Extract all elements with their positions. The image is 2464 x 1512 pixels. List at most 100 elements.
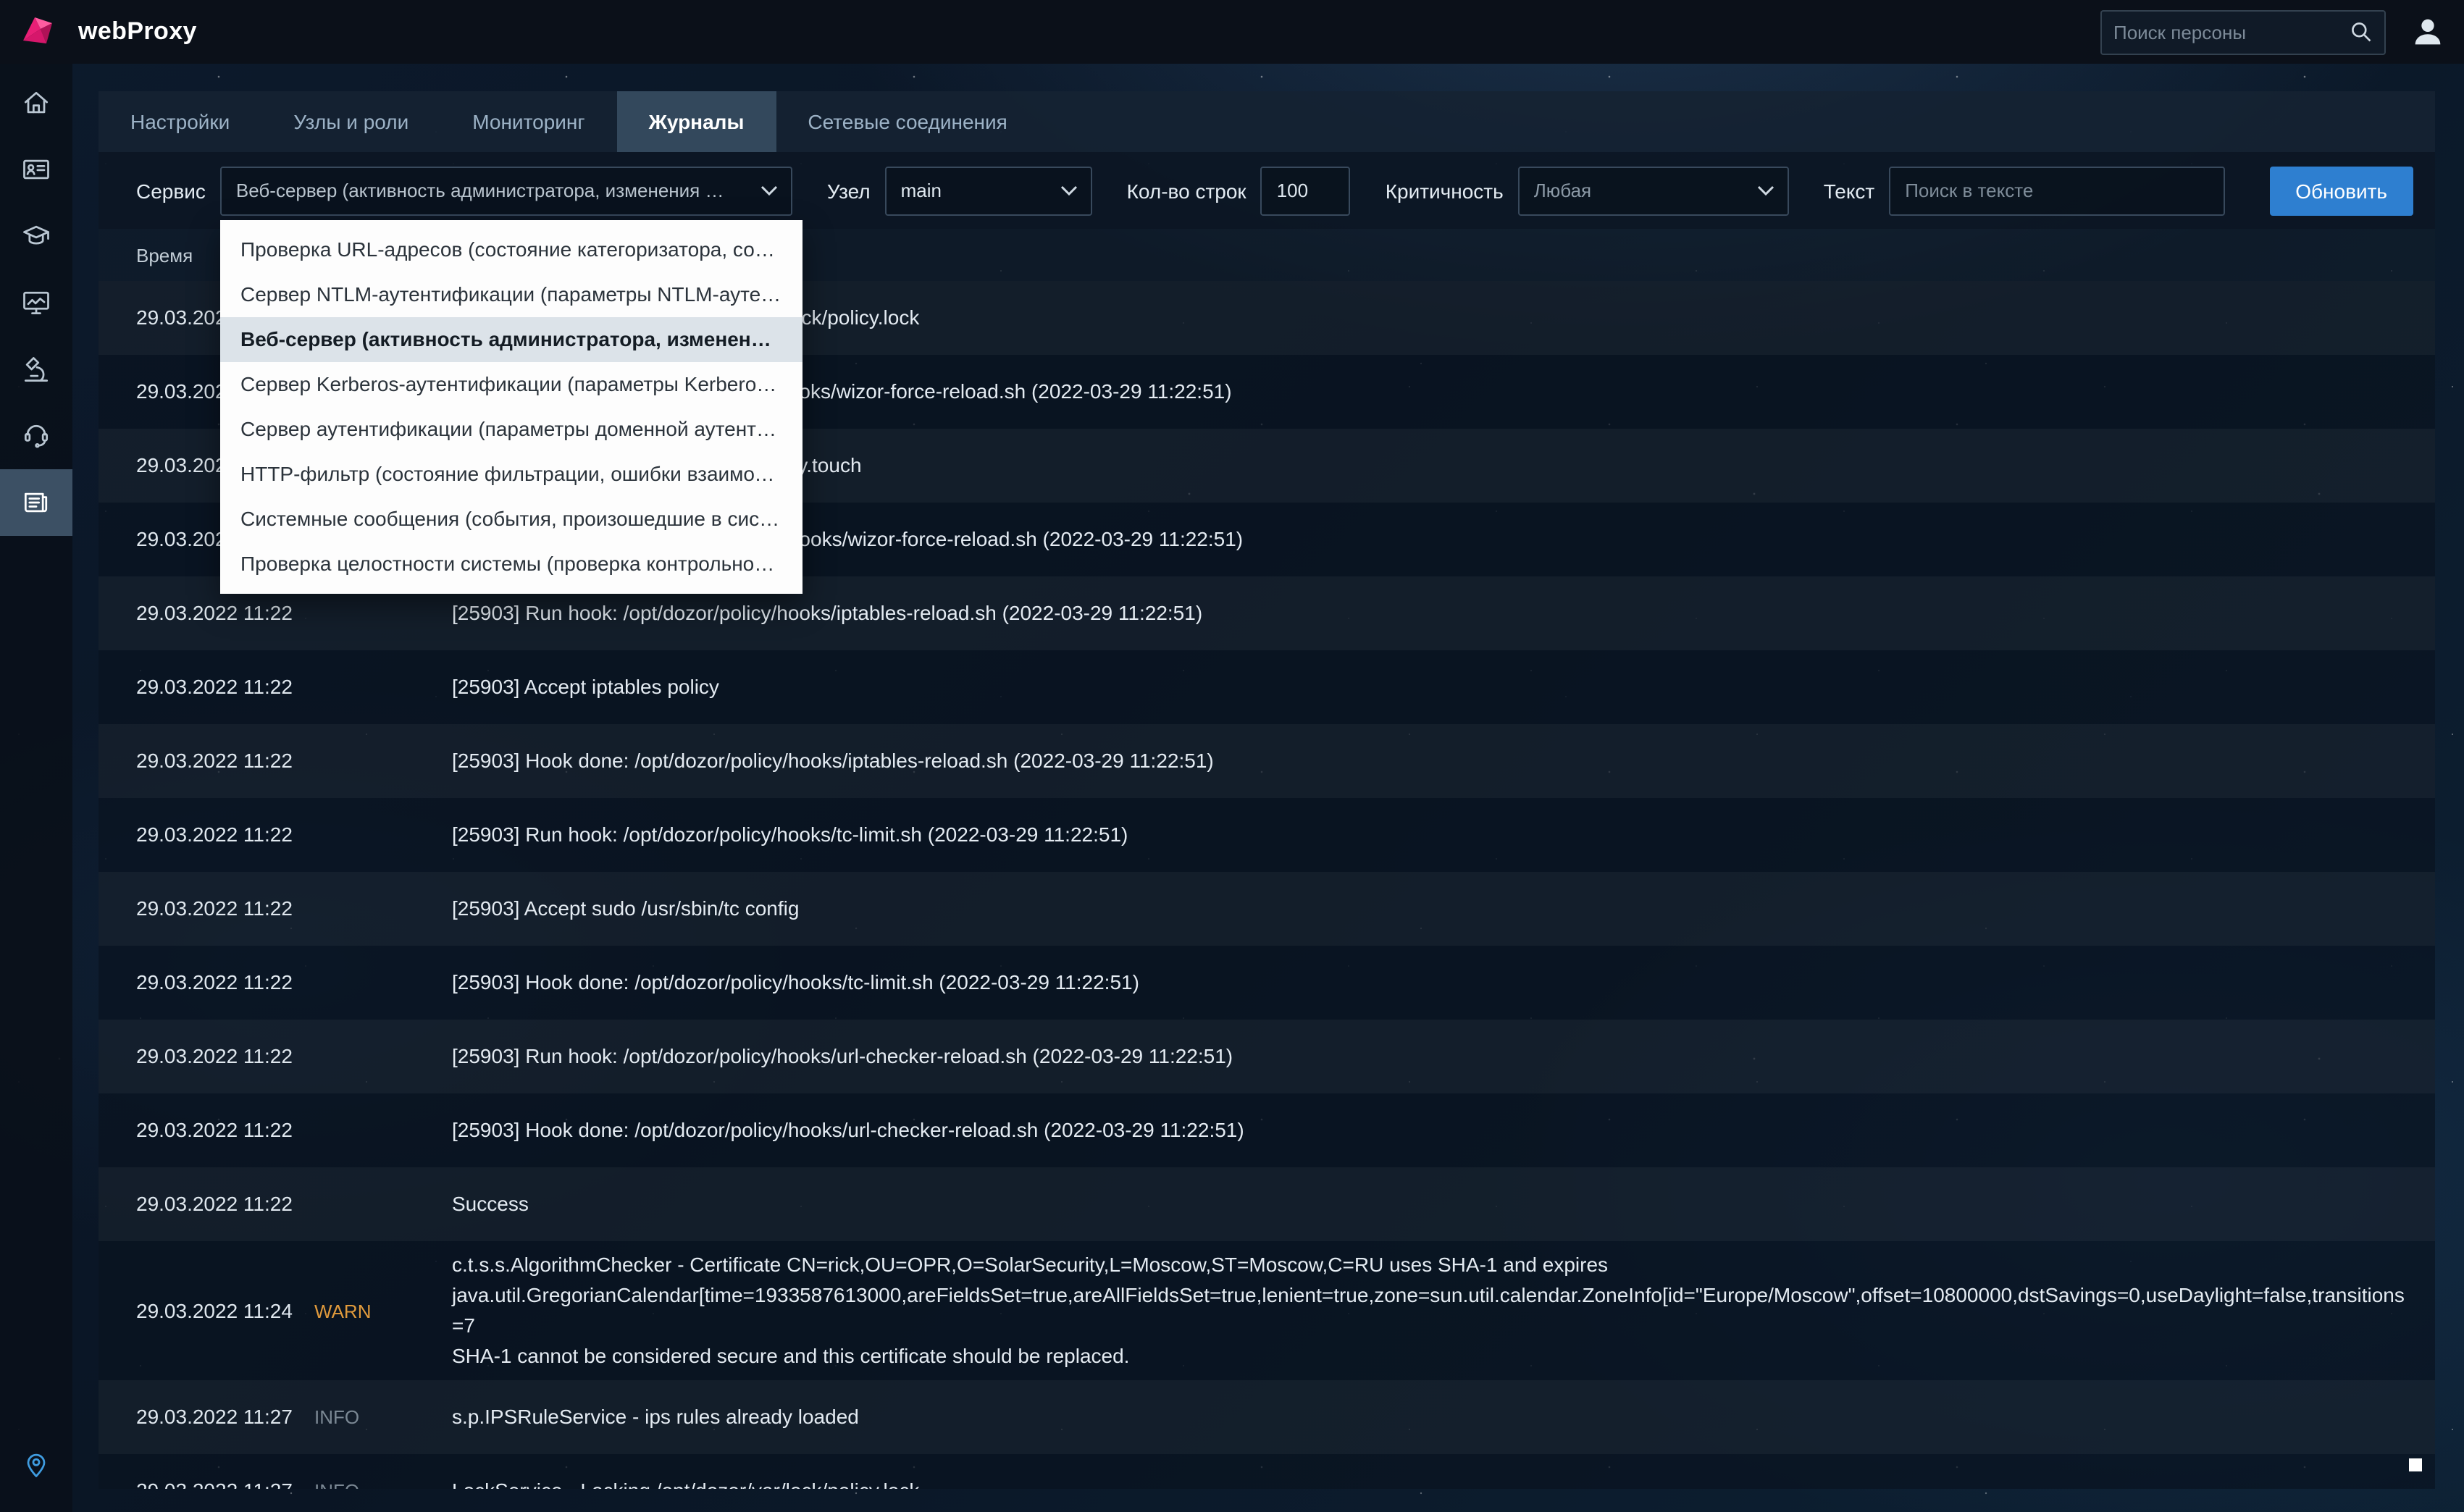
sidebar-item-home[interactable] <box>0 70 72 136</box>
dropdown-option-2[interactable]: Веб-сервер (активность администратора, и… <box>220 317 803 362</box>
service-select[interactable]: Веб-сервер (активность администратора, и… <box>219 166 792 215</box>
refresh-button[interactable]: Обновить <box>2269 166 2413 215</box>
cell-message: [25903] Hook done: /opt/dozor/policy/hoo… <box>452 749 1214 772</box>
service-filter-group: Сервис Веб-сервер (активность администра… <box>136 166 792 215</box>
app-root: webProxy Поиск персоны Настройки Узлы и … <box>0 0 2464 1512</box>
top-bar: webProxy <box>0 0 2464 64</box>
person-search-box[interactable] <box>2100 9 2386 54</box>
cell-time: 29.03.2022 11:22 <box>136 1118 293 1141</box>
cell-severity: INFO <box>314 1406 360 1428</box>
dropdown-option-5[interactable]: HTTP-фильтр (состояние фильтрации, ошибк… <box>220 452 803 497</box>
cell-time: 29.03.2022 11:27 <box>136 1476 314 1489</box>
filter-bar: Сервис Веб-сервер (активность администра… <box>99 152 2435 229</box>
text-search-input[interactable] <box>1889 166 2226 215</box>
cell-message: c.t.s.s.AlgorithmChecker - Certificate C… <box>452 1253 2405 1367</box>
service-dropdown: Проверка URL-адресов (состояние категори… <box>220 220 803 594</box>
cell-message: [25903] Hook done: /opt/dozor/policy/hoo… <box>452 1118 1244 1141</box>
dropdown-option-4[interactable]: Сервер аутентификации (параметры доменно… <box>220 407 803 452</box>
chevron-down-icon <box>760 185 777 196</box>
table-row: 29.03.2022 11:22 Success <box>99 1167 2435 1241</box>
cell-message: [25903] Hook done: /opt/dozor/policy/hoo… <box>452 970 1139 994</box>
search-icon[interactable] <box>2350 20 2373 43</box>
sidebar-item-training[interactable] <box>0 203 72 269</box>
table-row: 29.03.2022 11:22 [25903] Run hook: /opt/d… <box>99 798 2435 872</box>
node-select[interactable]: main <box>884 166 1092 215</box>
table-row: 29.03.2022 11:27 INFO s.p.IPSRuleService -… <box>99 1380 2435 1454</box>
tab-1[interactable]: Узлы и роли <box>261 91 440 152</box>
cell-message: [25903] Accept sudo /usr/sbin/tc config <box>452 896 800 920</box>
cell-time: 29.03.2022 11:22 <box>136 675 293 698</box>
dropdown-option-6[interactable]: Системные сообщения (события, произошедш… <box>220 497 803 542</box>
rows-count-input[interactable] <box>1260 166 1351 215</box>
tab-3[interactable]: Журналы <box>616 91 776 152</box>
sidebar-item-pin[interactable] <box>0 1431 72 1498</box>
journal-icon <box>24 492 48 513</box>
dropdown-option-7[interactable]: Проверка целостности системы (проверка к… <box>220 542 803 587</box>
scrollbar-corner[interactable] <box>2409 1458 2422 1471</box>
chevron-down-icon <box>1060 185 1077 196</box>
chevron-down-icon <box>1757 185 1774 196</box>
text-filter-group: Текст <box>1824 166 2226 215</box>
cell-time: 29.03.2022 11:22 <box>136 749 293 772</box>
id-card-icon <box>23 159 49 180</box>
monitor-chart-icon <box>23 291 49 315</box>
severity-label: Критичность <box>1385 179 1504 202</box>
cell-time: 29.03.2022 11:27 <box>136 1405 293 1428</box>
severity-select[interactable]: Любая <box>1517 166 1789 215</box>
table-row: 29.03.2022 11:22 [25903] Run hook: /opt/d… <box>99 1020 2435 1093</box>
dropdown-option-3[interactable]: Сервер Kerberos-аутентификации (параметр… <box>220 362 803 407</box>
cell-message: [25903] Run hook: /opt/dozor/policy/hook… <box>452 823 1128 846</box>
tabs: Настройки Узлы и роли Мониторинг Журналы Сет… <box>99 91 2435 152</box>
service-select-value: Веб-сервер (активность администратора, и… <box>235 180 724 201</box>
tab-4[interactable]: Сетевые соединения <box>776 91 1039 152</box>
cell-time: 29.03.2022 11:22 <box>136 896 293 920</box>
node-label: Узел <box>826 179 871 202</box>
text-label: Текст <box>1823 179 1875 202</box>
dropdown-option-0[interactable]: Проверка URL-адресов (состояние категори… <box>220 227 803 272</box>
sidebar-item-analysis[interactable] <box>0 336 72 403</box>
cell-message: LockService - Locking /opt/dozor/var/loc… <box>452 1476 2406 1489</box>
cell-message: s.p.IPSRuleService - ips rules already l… <box>452 1405 859 1428</box>
table-row: 29.03.2022 11:22 [25903] Hook done: /opt/… <box>99 724 2435 798</box>
cell-severity: WARN <box>314 1300 372 1322</box>
table-row: 29.03.2022 11:22 [25903] Accept iptables … <box>99 650 2435 724</box>
service-label: Сервис <box>136 179 206 202</box>
cell-time: 29.03.2022 11:24 <box>136 1298 293 1322</box>
severity-select-value: Любая <box>1533 180 1592 201</box>
graduation-cap-icon <box>23 225 49 245</box>
node-filter-group: Узел main <box>827 166 1092 215</box>
rows-label: Кол-во строк <box>1126 179 1246 202</box>
tab-0[interactable]: Настройки <box>99 91 261 152</box>
dropdown-option-1[interactable]: Сервер NTLM-аутентификации (параметры NT… <box>220 272 803 317</box>
sidebar-item-support[interactable] <box>0 403 72 469</box>
table-row: 29.03.2022 11:24 WARN c.t.s.s.AlgorithmChe… <box>99 1241 2435 1380</box>
user-icon[interactable] <box>2409 13 2447 51</box>
node-select-value: main <box>900 180 942 201</box>
severity-filter-group: Критичность Любая <box>1386 166 1789 215</box>
sidebar-item-monitoring[interactable] <box>0 269 72 336</box>
table-row: 29.03.2022 11:22 [25903] Hook done: /opt/… <box>99 946 2435 1020</box>
cell-time: 29.03.2022 11:22 <box>136 1044 293 1067</box>
sidebar-item-persons[interactable] <box>0 136 72 203</box>
person-search-input[interactable] <box>2102 21 2350 43</box>
table-row: 29.03.2022 11:22 [25903] Accept sudo /usr… <box>99 872 2435 946</box>
cell-time: 29.03.2022 11:22 <box>136 1192 293 1215</box>
cell-time: 29.03.2022 11:22 <box>136 601 293 624</box>
cell-time: 29.03.2022 11:22 <box>136 970 293 994</box>
app-title: webProxy <box>78 17 197 45</box>
tab-2[interactable]: Мониторинг <box>440 91 616 152</box>
cell-message: [25903] Accept iptables policy <box>452 675 719 698</box>
sidebar <box>0 64 72 1512</box>
cell-message: [25903] Run hook: /opt/dozor/policy/hook… <box>452 601 1203 624</box>
table-row: 29.03.2022 11:22 [25903] Hook done: /opt/… <box>99 1093 2435 1167</box>
cell-time: 29.03.2022 11:22 <box>136 823 293 846</box>
sidebar-item-journals[interactable] <box>0 469 72 536</box>
cell-severity: INFO <box>314 1476 452 1489</box>
cell-message: Success <box>452 1192 529 1215</box>
support-agent-icon <box>24 424 49 448</box>
cell-message: [25903] Run hook: /opt/dozor/policy/hook… <box>452 1044 1233 1067</box>
pin-icon <box>27 1453 46 1477</box>
table-row: 29.03.2022 11:27INFOLockService - Lockin… <box>99 1454 2435 1489</box>
rows-filter-group: Кол-во строк <box>1127 166 1351 215</box>
microscope-icon <box>24 357 49 382</box>
